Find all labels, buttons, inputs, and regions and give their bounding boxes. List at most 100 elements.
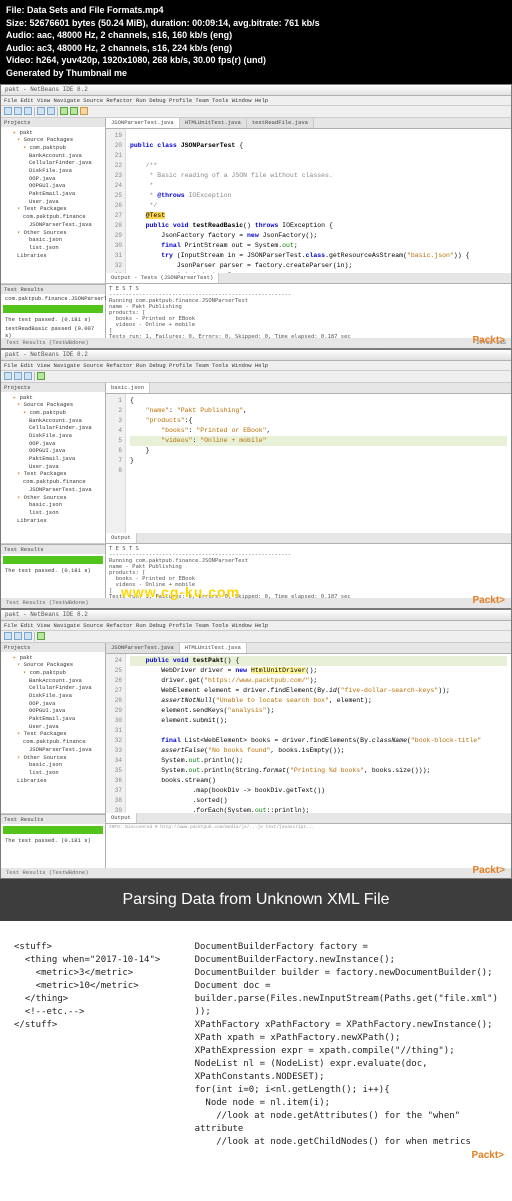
new-file-icon[interactable] <box>4 632 12 640</box>
separator <box>34 107 35 116</box>
code-editor[interactable]: 192021 222324 252627 282930 313233 34353… <box>106 129 511 273</box>
open-icon[interactable] <box>14 632 22 640</box>
menu-bar[interactable]: File Edit View Navigate Source Refactor … <box>1 621 511 631</box>
tree-item: DiskFile.java <box>3 167 103 175</box>
run-icon[interactable] <box>60 107 68 115</box>
save-icon[interactable] <box>24 107 32 115</box>
line-gutter: 242526 272829 303132 333435 363738 39404… <box>106 654 126 813</box>
menu-bar[interactable]: File Edit View Navigate Source Refactor … <box>1 96 511 106</box>
slide-xml-example: <stuff> <thing when="2017-10-14"> <metri… <box>14 941 195 1150</box>
output-tabs: Output <box>106 813 511 823</box>
tree-item: JSONParserTest.java <box>3 486 103 494</box>
editor-tabs: JSONParserTest.java HTMLUnitTest.java <box>106 643 511 654</box>
line-gutter: 123 456 78 <box>106 394 126 533</box>
packt-logo: Packt> <box>472 595 505 606</box>
code-editor[interactable]: 242526 272829 303132 333435 363738 39404… <box>106 654 511 813</box>
toolbar <box>1 106 511 118</box>
run-icon[interactable] <box>37 632 45 640</box>
editor-area: JSONParserTest.java HTMLUnitTest.java 24… <box>106 643 511 868</box>
project-tree[interactable]: ▸ pakt ▾ Source Packages ▾ com.paktpub B… <box>1 392 105 527</box>
title-bar: pakt - NetBeans IDE 8.2 <box>1 85 511 96</box>
slide-body: <stuff> <thing when="2017-10-14"> <metri… <box>0 921 512 1170</box>
tree-item: basic.json <box>3 761 103 769</box>
projects-pane: Projects ▸ pakt ▾ Source Packages ▾ com.… <box>1 383 105 544</box>
tree-item: ▾ Test Packages <box>3 205 103 213</box>
code-content[interactable]: { "name": "Pakt Publishing", "products":… <box>126 394 511 533</box>
ide-window-1: pakt - NetBeans IDE 8.2 File Edit View N… <box>0 84 512 349</box>
editor-tab[interactable]: testReadFile.java <box>247 118 314 128</box>
open-icon[interactable] <box>14 372 22 380</box>
pane-header: Projects <box>1 643 105 652</box>
code-content[interactable]: public void testPakt() { WebDriver drive… <box>126 654 511 813</box>
test-progress-bar <box>3 826 103 834</box>
tree-item: DiskFile.java <box>3 432 103 440</box>
tree-item: ▾ Source Packages <box>3 401 103 409</box>
ide-window-2: pakt - NetBeans IDE 8.2 File Edit View N… <box>0 349 512 609</box>
packt-logo: Packt> <box>471 1149 504 1164</box>
tree-item: ▾ com.paktpub <box>3 669 103 677</box>
sidebar: Projects ▸ pakt ▾ Source Packages ▾ com.… <box>1 118 106 338</box>
redo-icon[interactable] <box>47 107 55 115</box>
tree-item: OOP.java <box>3 175 103 183</box>
save-icon[interactable] <box>24 372 32 380</box>
new-file-icon[interactable] <box>4 372 12 380</box>
editor-tab[interactable]: JSONParserTest.java <box>106 643 180 653</box>
project-tree[interactable]: ▸ pakt ▾ Source Packages ▾ com.paktpub B… <box>1 652 105 787</box>
test-method: testReadBasic passed (0.007 s) <box>1 324 105 340</box>
output-tab[interactable]: Output - Tests (JSONParserTest) <box>106 273 219 283</box>
file-info-block: File: Data Sets and File Formats.mp4 Siz… <box>0 0 512 84</box>
editor-tab[interactable]: basic.json <box>106 383 150 393</box>
tree-item: JSONParserTest.java <box>3 221 103 229</box>
editor-tab[interactable]: JSONParserTest.java <box>106 118 180 128</box>
test-results-pane: Test Results The test passed. (0.181 s) <box>1 544 105 598</box>
tree-item: BankAccount.java <box>3 677 103 685</box>
tree-item: ▸ pakt <box>3 129 103 137</box>
open-icon[interactable] <box>14 107 22 115</box>
new-file-icon[interactable] <box>4 107 12 115</box>
tree-item: com.paktpub.finance <box>3 213 103 221</box>
code-content[interactable]: public class JSONParserTest { /** * Basi… <box>126 129 511 273</box>
status-bar: Test Results (TestWBdone) <box>1 868 511 878</box>
project-tree[interactable]: ▸ pakt ▾ Source Packages ▾ com.paktpub B… <box>1 127 105 262</box>
test-results-pane: Test Results The test passed. (0.181 s) <box>1 814 105 868</box>
sidebar: Projects ▸ pakt ▾ Source Packages ▾ com.… <box>1 643 106 868</box>
editor-area: JSONParserTest.java HTMLUnitTest.java te… <box>106 118 511 338</box>
tree-item: list.json <box>3 244 103 252</box>
code-editor[interactable]: 123 456 78 { "name": "Pakt Publishing", … <box>106 394 511 533</box>
pane-header: Projects <box>1 383 105 392</box>
test-progress-bar <box>3 556 103 564</box>
separator <box>34 372 35 381</box>
sidebar: Projects ▸ pakt ▾ Source Packages ▾ com.… <box>1 383 106 598</box>
tree-item: JSONParserTest.java <box>3 746 103 754</box>
output-tab[interactable]: Output <box>106 813 137 823</box>
editor-area: basic.json 123 456 78 { "name": "Pakt Pu… <box>106 383 511 598</box>
tree-item: basic.json <box>3 501 103 509</box>
tree-item: CellularFinder.java <box>3 424 103 432</box>
undo-icon[interactable] <box>37 107 45 115</box>
tree-item: ▾ Source Packages <box>3 661 103 669</box>
debug-icon[interactable] <box>70 107 78 115</box>
toolbar <box>1 371 511 383</box>
pane-header: Projects <box>1 118 105 127</box>
title-bar: pakt - NetBeans IDE 8.2 <box>1 610 511 621</box>
tree-item: CellularFinder.java <box>3 159 103 167</box>
line-gutter: 192021 222324 252627 282930 313233 34353… <box>106 129 126 273</box>
menu-bar[interactable]: File Edit View Navigate Source Refactor … <box>1 361 511 371</box>
slide-java-code: DocumentBuilderFactory factory = Documen… <box>195 941 498 1150</box>
tree-item: User.java <box>3 723 103 731</box>
output-tabs: Output <box>106 533 511 543</box>
test-pass: The test passed. (0.181 s) <box>1 836 105 845</box>
run-icon[interactable] <box>37 372 45 380</box>
pane-header: Test Results <box>1 545 105 554</box>
file-size-line: Size: 52676601 bytes (50.24 MiB), durati… <box>6 17 506 30</box>
tree-item: ▾ Other Sources <box>3 494 103 502</box>
editor-tab[interactable]: HTMLUnitTest.java <box>180 643 247 653</box>
tree-item: com.paktpub.finance <box>3 738 103 746</box>
tree-item: BankAccount.java <box>3 417 103 425</box>
tree-item: BankAccount.java <box>3 152 103 160</box>
editor-tab[interactable]: HTMLUnitTest.java <box>180 118 247 128</box>
build-icon[interactable] <box>80 107 88 115</box>
save-icon[interactable] <box>24 632 32 640</box>
output-tab[interactable]: Output <box>106 533 137 543</box>
test-pass: The test passed. (0.181 s) <box>1 315 105 324</box>
